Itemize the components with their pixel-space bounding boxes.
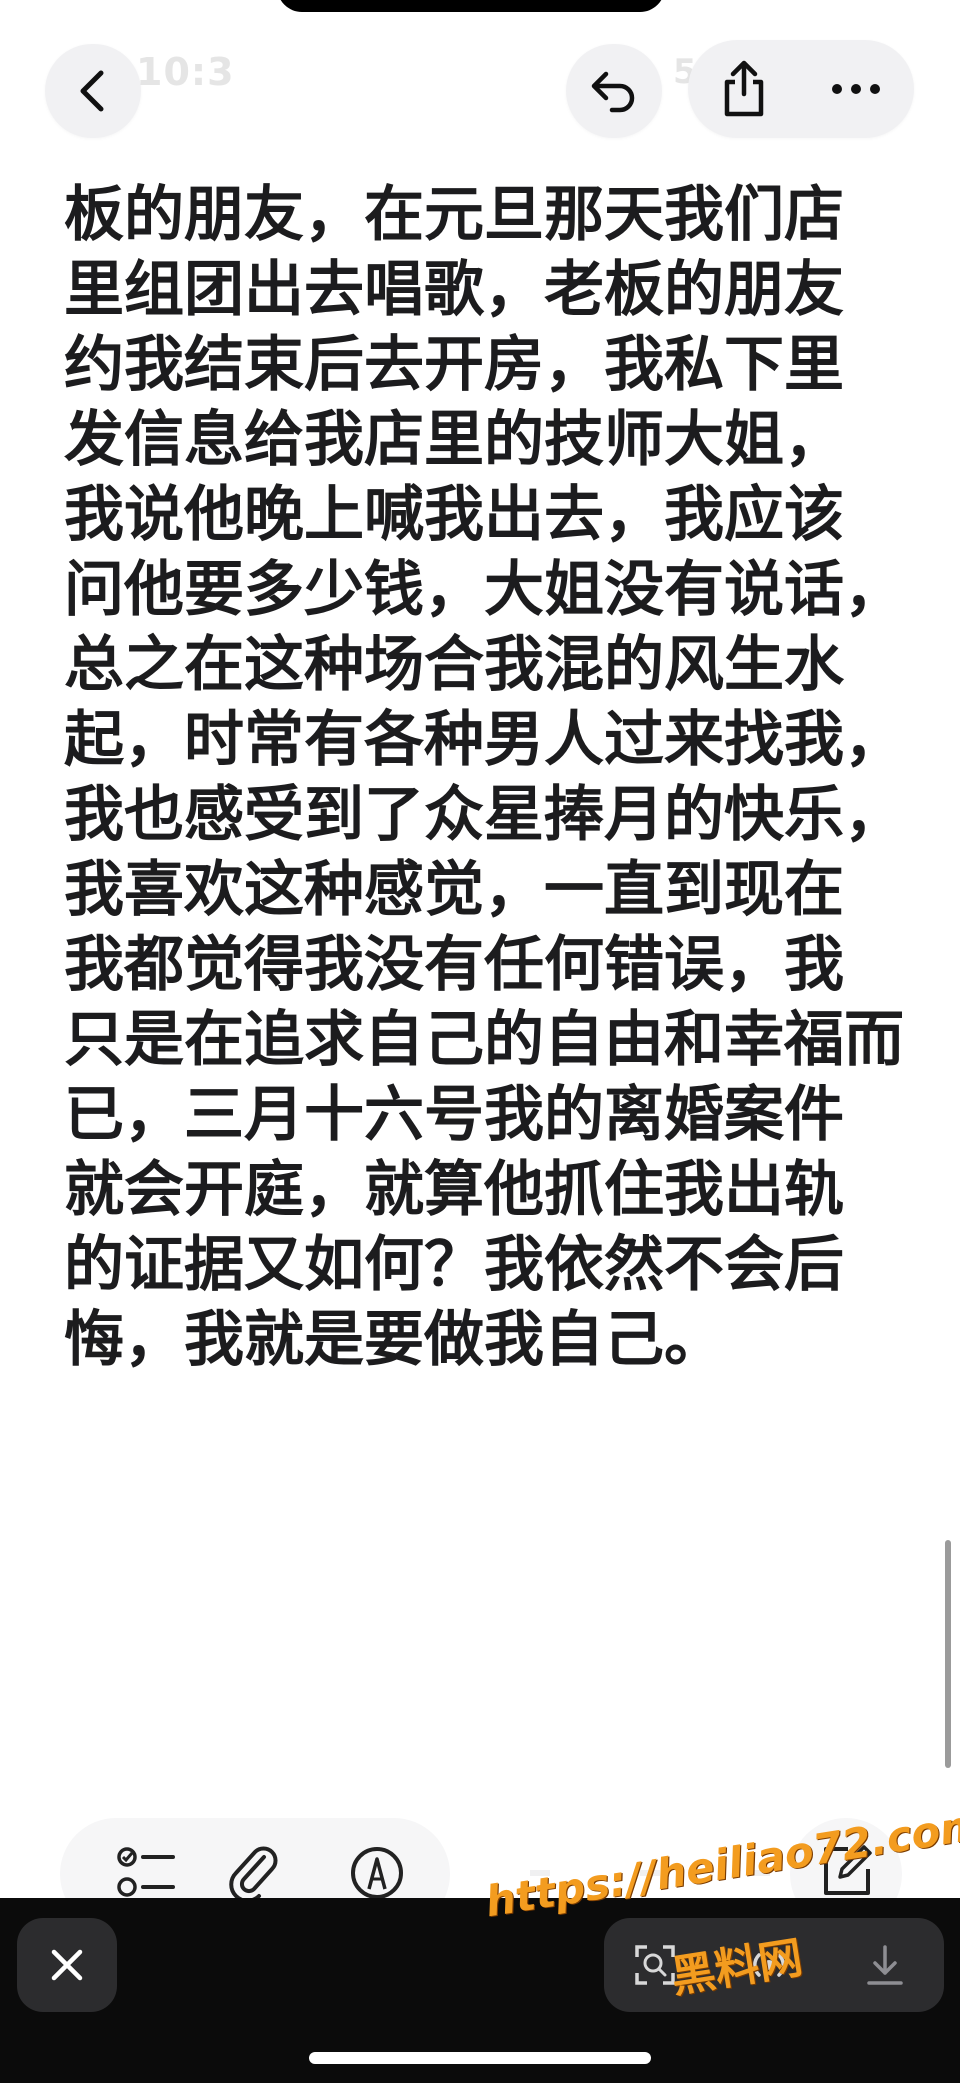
dynamic-island	[277, 0, 665, 12]
note-line: 我也感受到了众星捧月的快乐，	[64, 780, 904, 850]
download-button[interactable]	[850, 1930, 920, 2000]
download-icon	[867, 1945, 903, 1985]
chevron-left-icon	[80, 70, 104, 112]
scroll-indicator[interactable]	[945, 1540, 951, 1768]
note-line: 板的朋友，在元旦那天我们店	[64, 180, 844, 250]
share-icon	[724, 60, 764, 117]
note-line: 已，三月十六号我的离婚案件	[64, 1080, 844, 1150]
markup-pen-icon	[351, 1847, 403, 1899]
more-button[interactable]	[800, 40, 912, 138]
note-line: 里组团出去唱歌，老板的朋友	[64, 255, 844, 325]
close-icon	[51, 1949, 83, 1981]
note-body[interactable]: 板的朋友，在元旦那天我们店 里组团出去唱歌，老板的朋友 约我结束后去开房，我私下…	[64, 178, 904, 1378]
share-button[interactable]	[688, 40, 800, 138]
note-line: 只是在追求自己的自由和幸福而	[64, 1005, 904, 1075]
paperclip-icon	[229, 1846, 278, 1903]
ellipsis-icon	[832, 84, 880, 94]
note-line: 发信息给我店里的技师大姐，	[64, 405, 844, 475]
note-line: 的证据又如何？我依然不会后	[64, 1230, 844, 1300]
close-button[interactable]	[17, 1918, 117, 2012]
back-button[interactable]	[45, 44, 141, 138]
note-line: 问他要多少钱，大姐没有说话，	[64, 555, 904, 625]
checklist-icon	[117, 1847, 175, 1897]
status-time: 10:3	[136, 50, 235, 94]
note-line: 起，时常有各种男人过来找我，	[64, 705, 904, 775]
note-line: 我说他晚上喊我出去，我应该	[64, 480, 844, 550]
note-line: 我都觉得我没有任何错误，我	[64, 930, 844, 1000]
note-line: 悔，我就是要做我自己。	[64, 1305, 724, 1375]
note-line: 就会开庭，就算他抓住我出轨	[64, 1155, 844, 1225]
note-line: 总之在这种场合我混的风生水	[64, 630, 844, 700]
undo-icon	[591, 71, 635, 113]
note-line: 我喜欢这种感觉，一直到现在	[64, 855, 844, 925]
note-line: 约我结束后去开房，我私下里	[64, 330, 844, 400]
note-actions-pill	[688, 40, 914, 138]
undo-button[interactable]	[566, 44, 662, 138]
home-indicator[interactable]	[309, 2052, 651, 2064]
